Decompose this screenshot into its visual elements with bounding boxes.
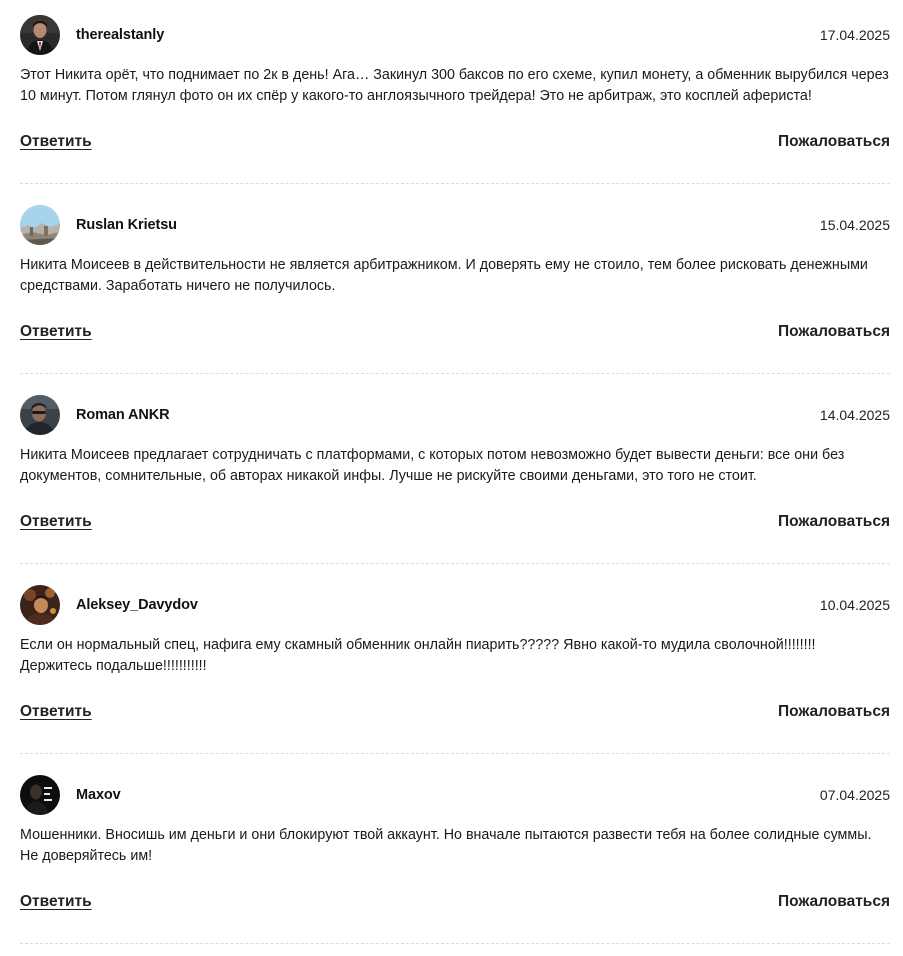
comment-item: therealstanly 17.04.2025 Этот Никита орё… <box>20 15 890 184</box>
username[interactable]: Maxov <box>76 786 121 804</box>
comment-text: Никита Моисеев предлагает сотрудничать с… <box>20 447 845 484</box>
comment-item: Aleksey_Davydov 10.04.2025 Если он норма… <box>20 585 890 754</box>
reply-button[interactable]: Ответить <box>20 323 92 341</box>
comment-text: Мошенники. Вносишь им деньги и они блоки… <box>20 827 872 864</box>
report-button[interactable]: Пожаловаться <box>778 133 890 151</box>
report-button[interactable]: Пожаловаться <box>778 513 890 531</box>
avatar[interactable] <box>20 775 60 815</box>
comment-item: Roman ANKR 14.04.2025 Никита Моисеев пре… <box>20 395 890 564</box>
comment-header: therealstanly 17.04.2025 <box>20 15 890 55</box>
username[interactable]: Roman ANKR <box>76 406 170 424</box>
comment-text: Если он нормальный спец, нафига ему скам… <box>20 637 816 674</box>
comment-item: Ruslan Krietsu 15.04.2025 Никита Моисеев… <box>20 205 890 374</box>
report-button[interactable]: Пожаловаться <box>778 703 890 721</box>
comment-date: 10.04.2025 <box>819 597 890 613</box>
comment-date: 15.04.2025 <box>819 217 890 233</box>
report-button[interactable]: Пожаловаться <box>778 893 890 911</box>
report-button[interactable]: Пожаловаться <box>778 323 890 341</box>
comment-text: Этот Никита орёт, что поднимает по 2к в … <box>20 67 889 104</box>
username[interactable]: therealstanly <box>76 26 164 44</box>
comment-header: Ruslan Krietsu 15.04.2025 <box>20 205 890 245</box>
comment-header: Maxov 07.04.2025 <box>20 775 890 815</box>
comment-date: 07.04.2025 <box>819 787 890 803</box>
avatar[interactable] <box>20 15 60 55</box>
comment-header: Aleksey_Davydov 10.04.2025 <box>20 585 890 625</box>
avatar[interactable] <box>20 395 60 435</box>
avatar[interactable] <box>20 585 60 625</box>
reply-button[interactable]: Ответить <box>20 133 92 151</box>
comment-item: Maxov 07.04.2025 Мошенники. Вносишь им д… <box>20 775 890 944</box>
username[interactable]: Ruslan Krietsu <box>76 216 177 234</box>
comment-date: 14.04.2025 <box>819 407 890 423</box>
username[interactable]: Aleksey_Davydov <box>76 596 198 614</box>
comment-text: Никита Моисеев в действительности не явл… <box>20 257 868 294</box>
comment-date: 17.04.2025 <box>819 27 890 43</box>
comment-header: Roman ANKR 14.04.2025 <box>20 395 890 435</box>
reply-button[interactable]: Ответить <box>20 893 92 911</box>
reply-button[interactable]: Ответить <box>20 703 92 721</box>
avatar[interactable] <box>20 205 60 245</box>
reply-button[interactable]: Ответить <box>20 513 92 531</box>
